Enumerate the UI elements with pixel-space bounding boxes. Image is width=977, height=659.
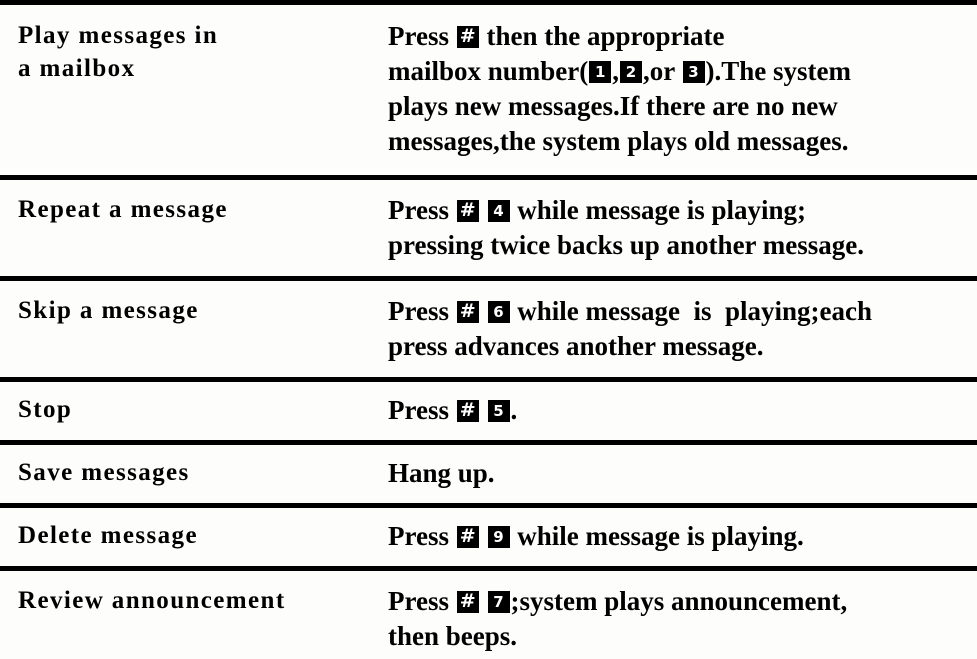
procedure-text-segment: while message is playing. — [510, 521, 804, 551]
procedure-inline: Press # 6 while message is playing;each … — [388, 296, 872, 361]
keypad-key-glyph: # — [459, 200, 476, 221]
keypad-key-1-icon: 1 — [589, 61, 612, 83]
procedure-text-segment — [480, 586, 487, 616]
procedure-text: Press # 4 while message is playing; pres… — [388, 180, 977, 276]
keypad-key-glyph: # — [459, 400, 476, 421]
keypad-key-glyph: 2 — [625, 63, 637, 81]
procedure-text-segment: Press — [388, 395, 456, 425]
procedure-text: Press # 6 while message is playing;each … — [388, 281, 977, 377]
procedure-text-segment: Press — [388, 195, 456, 225]
keypad-key-glyph: 3 — [688, 63, 699, 81]
procedure-text-segment — [480, 521, 487, 551]
procedure-text-segment — [480, 195, 487, 225]
keypad-key-glyph: 6 — [493, 303, 504, 321]
keypad-key-9-icon: 9 — [487, 526, 510, 548]
task-label: Play messages in a mailbox — [18, 22, 219, 82]
keypad-key-glyph: 1 — [595, 63, 606, 81]
procedure-text-segment: , — [612, 56, 620, 86]
keypad-key-glyph: 5 — [493, 402, 504, 420]
procedure-text-segment: Press — [388, 21, 456, 51]
procedure-inline: Press # then the appropriate mailbox num… — [388, 21, 851, 156]
table-row: Delete message Press # 9 while message is… — [0, 508, 977, 566]
procedure-text-segment: . — [510, 395, 518, 425]
task-label: Repeat a message — [18, 196, 228, 223]
table-row: Review announcement Press # 7 ;system play… — [0, 571, 977, 659]
task-label: Save messages — [18, 459, 190, 486]
procedure-inline: Hang up. — [388, 458, 495, 488]
procedure-inline: Press # 4 while message is playing; pres… — [388, 195, 864, 260]
keypad-key-glyph: # — [459, 301, 476, 322]
procedure-text-segment — [480, 395, 487, 425]
instruction-table-page: Play messages in a mailbox Press # then t… — [0, 0, 977, 659]
procedure-text: Hang up. — [388, 445, 977, 503]
keypad-key-2-icon: 2 — [620, 61, 643, 83]
keypad-key-hash-icon: # — [456, 26, 479, 48]
keypad-key-hash-icon: # — [456, 301, 479, 323]
keypad-key-glyph: 9 — [493, 528, 504, 546]
procedure-text-segment: ,or — [643, 56, 682, 86]
procedure-inline: Press # 7 ;system plays announcement, the… — [388, 586, 847, 651]
keypad-key-hash-icon: # — [456, 400, 479, 422]
procedure-inline: Press # 9 while message is playing. — [388, 521, 804, 551]
keypad-key-hash-icon: # — [456, 200, 479, 222]
table-row: Stop Press # 5. — [0, 382, 977, 440]
procedure-text-segment: Hang up. — [388, 458, 495, 488]
procedure-inline: Press # 5. — [388, 395, 517, 425]
procedure-text-segment: Press — [388, 586, 456, 616]
keypad-key-6-icon: 6 — [487, 301, 510, 323]
keypad-key-3-icon: 3 — [682, 61, 705, 83]
keypad-key-7-icon: 7 — [487, 591, 510, 613]
keypad-key-hash-icon: # — [456, 591, 479, 613]
table-row: Play messages in a mailbox Press # then t… — [0, 5, 977, 175]
keypad-key-5-icon: 5 — [487, 400, 510, 422]
task-label: Skip a message — [18, 297, 199, 324]
table-row: Repeat a message Press # 4 while message … — [0, 180, 977, 276]
keypad-key-glyph: 4 — [493, 202, 504, 220]
keypad-key-glyph: 7 — [493, 593, 504, 611]
procedure-text-segment: Press — [388, 296, 456, 326]
procedure-text: Press # then the appropriate mailbox num… — [388, 5, 977, 175]
table-row: Skip a message Press # 6 while message is… — [0, 281, 977, 377]
procedure-text: Press # 9 while message is playing. — [388, 508, 977, 566]
task-label: Delete message — [18, 522, 198, 549]
procedure-text: Press # 7 ;system plays announcement, the… — [388, 571, 977, 659]
task-label: Review announcement — [18, 587, 286, 614]
table-row: Save messages Hang up. — [0, 445, 977, 503]
procedure-text: Press # 5. — [388, 382, 977, 440]
keypad-key-glyph: # — [459, 526, 476, 547]
procedure-text-segment — [480, 296, 487, 326]
keypad-key-glyph: # — [459, 26, 476, 47]
keypad-key-4-icon: 4 — [487, 200, 510, 222]
procedure-text-segment: Press — [388, 521, 456, 551]
instruction-table: Play messages in a mailbox Press # then t… — [0, 0, 977, 659]
keypad-key-hash-icon: # — [456, 526, 479, 548]
keypad-key-glyph: # — [459, 591, 476, 612]
task-label: Stop — [18, 396, 73, 423]
